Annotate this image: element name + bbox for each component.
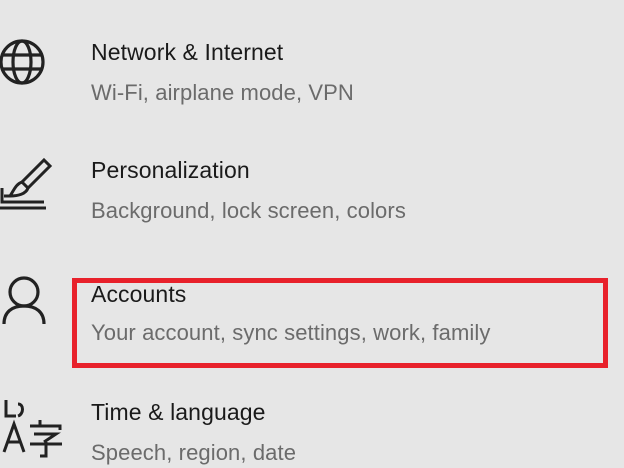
globe-icon [0,39,70,100]
settings-item-title: Accounts [91,281,187,307]
settings-item-title: Network & Internet [91,39,284,65]
settings-item-network[interactable]: Network & Internet Wi-Fi, airplane mode,… [0,0,624,110]
settings-item-title: Time & language [91,399,266,425]
settings-item-subtitle: Speech, region, date [91,440,297,465]
paintbrush-display-icon [0,156,70,216]
settings-item-accounts[interactable]: Accounts Your account, sync settings, wo… [0,240,624,350]
settings-item-time-language[interactable]: Time & language Speech, region, date [0,360,624,468]
language-icon [0,400,70,460]
settings-item-subtitle: Background, lock screen, colors [91,198,406,223]
settings-page: Network & Internet Wi-Fi, airplane mode,… [0,0,624,468]
settings-item-subtitle: Your account, sync settings, work, famil… [91,320,491,345]
settings-item-title: Personalization [91,157,250,183]
person-icon [0,276,70,336]
settings-item-personalization[interactable]: Personalization Background, lock screen,… [0,120,624,230]
settings-item-subtitle: Wi-Fi, airplane mode, VPN [91,80,354,105]
